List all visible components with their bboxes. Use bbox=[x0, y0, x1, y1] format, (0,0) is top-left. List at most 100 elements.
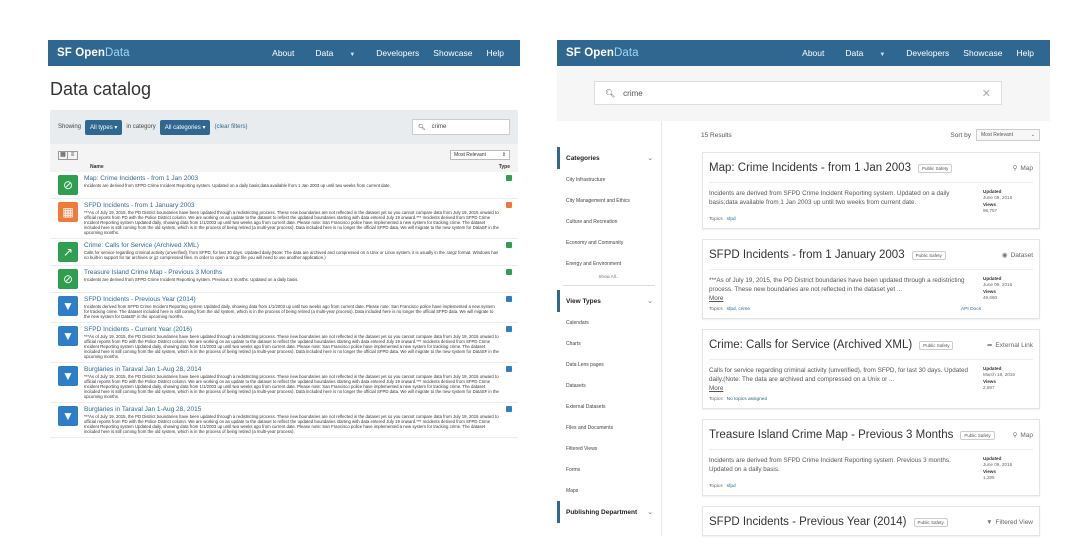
map-icon: ⊘ bbox=[58, 269, 78, 289]
api-docs-link[interactable]: API Docs bbox=[961, 307, 981, 312]
grid-view-icon[interactable]: ▦ bbox=[59, 151, 68, 159]
dataset-title-link[interactable]: SFPD Incidents - from 1 January 2003 bbox=[709, 249, 905, 261]
nav-data[interactable]: Data ▼ bbox=[301, 48, 369, 58]
table-row[interactable]: ▼ SFPD Incidents - Previous Year (2014) In… bbox=[50, 293, 518, 323]
dataset-description: Calls for service regarding criminal act… bbox=[84, 250, 499, 260]
view-type-item[interactable]: Calendars bbox=[557, 312, 661, 333]
search-input[interactable]: 🔍︎ crime ✕ bbox=[594, 81, 1002, 105]
dataset-title-link[interactable]: SFPD Incidents - Previous Year (2014) bbox=[84, 296, 500, 303]
clear-search-icon[interactable]: ✕ bbox=[982, 87, 991, 100]
results-table: ⊘ Map: Crime Incidents - from 1 Jan 2003 I… bbox=[50, 172, 518, 438]
view-type-item[interactable]: Datasets bbox=[557, 375, 661, 396]
topics-links[interactable]: sfpd bbox=[727, 484, 736, 489]
dataset-title-link[interactable]: SFPD Incidents - Previous Year (2014) bbox=[709, 516, 907, 528]
topics-links[interactable]: sfpd bbox=[727, 217, 736, 222]
in-category-label: in category bbox=[126, 124, 156, 130]
type-icon bbox=[506, 296, 512, 302]
category-badge[interactable]: Public Safety bbox=[960, 430, 995, 440]
updated-value: June 09, 2016 bbox=[983, 461, 1013, 467]
view-type-item[interactable]: Filtered Views bbox=[557, 438, 661, 459]
category-item[interactable]: Energy and Environment bbox=[557, 253, 661, 274]
more-link[interactable]: More bbox=[709, 385, 723, 392]
nav-showcase[interactable]: Showcase bbox=[426, 48, 479, 58]
category-badge[interactable]: Public Safety bbox=[911, 250, 946, 260]
view-type-item[interactable]: Data Lens pages bbox=[557, 354, 661, 375]
topics-links[interactable]: sfpd, crime bbox=[727, 307, 750, 312]
category-item[interactable]: Culture and Recreation bbox=[557, 211, 661, 232]
table-row[interactable]: ⊘ Map: Crime Incidents - from 1 Jan 2003 I… bbox=[50, 172, 518, 199]
filter-bar: Showing All types ▾ in category All cate… bbox=[50, 110, 518, 144]
view-type-item[interactable]: External Datasets bbox=[557, 396, 661, 417]
view-types-heading[interactable]: View Types ⌄ bbox=[557, 290, 661, 312]
nav-links: About Data ▼ Developers Showcase Help bbox=[265, 48, 511, 58]
sort-select[interactable]: Most Relevant ⌄ bbox=[976, 129, 1040, 141]
list-view-icon[interactable]: ≡ bbox=[68, 152, 77, 159]
dataset-title-link[interactable]: Treasure Island Crime Map - Previous 3 M… bbox=[84, 269, 500, 276]
map-pin-icon: ⚲ bbox=[1012, 432, 1018, 439]
nav-showcase[interactable]: Showcase bbox=[956, 48, 1009, 58]
view-type-item[interactable]: Forms bbox=[557, 459, 661, 480]
clear-filters-link[interactable]: (clear filters) bbox=[214, 124, 247, 130]
brand-logo[interactable]: SF OpenData bbox=[566, 47, 639, 59]
type-header[interactable]: Type bbox=[499, 164, 510, 170]
topics-links[interactable]: No topics assigned bbox=[727, 397, 768, 402]
dataset-title-link[interactable]: Crime: Calls for Service (Archived XML) bbox=[709, 339, 912, 351]
table-row[interactable]: ▼ Burglaries in Taraval Jan 1-Aug 28, 201… bbox=[50, 363, 518, 403]
category-item[interactable]: Economy and Community bbox=[557, 232, 661, 253]
dataset-title-link[interactable]: Map: Crime Incidents - from 1 Jan 2003 bbox=[709, 162, 911, 174]
nav-about[interactable]: About bbox=[795, 48, 831, 58]
view-type-item[interactable]: Maps bbox=[557, 480, 661, 501]
category-item[interactable]: City Management and Ethics bbox=[557, 190, 661, 211]
categories-heading[interactable]: Categories ⌄ bbox=[557, 147, 661, 169]
dataset-title-link[interactable]: Crime: Calls for Service (Archived XML) bbox=[84, 242, 500, 249]
view-type-label: ➦ External Link bbox=[986, 342, 1033, 349]
card-body: Incidents are derived from SFPD Crime In… bbox=[709, 449, 1033, 480]
dataset-title-link[interactable]: Burglaries in Taraval Jan 1-Aug 28, 2015 bbox=[84, 406, 500, 413]
view-type-label: ▼ Filtered View bbox=[986, 518, 1033, 526]
search-input[interactable]: 🔍︎ crime bbox=[412, 119, 510, 135]
table-header: Name Type bbox=[50, 162, 518, 172]
table-row[interactable]: ▼ Burglaries in Taraval Jan 1-Aug 28, 201… bbox=[50, 403, 518, 438]
card-footer: Topics sfpd, crime API Docs bbox=[709, 303, 1033, 314]
view-type-item[interactable]: Charts bbox=[557, 333, 661, 354]
card-header: Crime: Calls for Service (Archived XML) P… bbox=[709, 336, 1033, 354]
table-row[interactable]: ▼ SFPD Incidents - Current Year (2016) ***… bbox=[50, 323, 518, 363]
nav-help[interactable]: Help bbox=[1010, 48, 1041, 58]
category-badge[interactable]: Public Safety bbox=[917, 163, 953, 173]
type-icon bbox=[506, 242, 512, 248]
name-header[interactable]: Name bbox=[90, 164, 104, 170]
nav-help[interactable]: Help bbox=[480, 48, 511, 58]
dataset-title-link[interactable]: Treasure Island Crime Map - Previous 3 M… bbox=[709, 429, 953, 441]
dataset-title-link[interactable]: Burglaries in Taraval Jan 1-Aug 28, 2014 bbox=[84, 366, 500, 373]
dataset-title-link[interactable]: SFPD Incidents - from 1 January 2003 bbox=[84, 202, 500, 209]
dataset-icon: ◉ bbox=[1001, 252, 1008, 259]
result-card: Treasure Island Crime Map - Previous 3 M… bbox=[702, 419, 1040, 496]
filter-icon: ▼ bbox=[58, 296, 78, 316]
sort-select[interactable]: Most Relevant ⇕ bbox=[450, 150, 510, 160]
category-item[interactable]: City Infrastructure bbox=[557, 169, 661, 190]
show-all-link[interactable]: Show All... bbox=[563, 274, 655, 286]
chevron-down-icon: ▼ bbox=[879, 52, 886, 58]
types-dropdown[interactable]: All types ▾ bbox=[85, 119, 123, 135]
nav-developers[interactable]: Developers bbox=[899, 48, 956, 58]
table-row[interactable]: ↗ Crime: Calls for Service (Archived XML)… bbox=[50, 239, 518, 266]
dataset-title-link[interactable]: Map: Crime Incidents - from 1 Jan 2003 bbox=[84, 175, 500, 182]
category-dropdown[interactable]: All categories ▾ bbox=[159, 119, 211, 135]
result-card: SFPD Incidents - Previous Year (2014) Pub… bbox=[702, 506, 1040, 536]
nav-about[interactable]: About bbox=[265, 48, 301, 58]
nav-developers[interactable]: Developers bbox=[369, 48, 426, 58]
table-row[interactable]: ▦ SFPD Incidents - from 1 January 2003 ***… bbox=[50, 199, 518, 239]
view-type-item[interactable]: Files and Documents bbox=[557, 417, 661, 438]
brand-logo[interactable]: SF OpenData bbox=[57, 47, 130, 59]
category-badge[interactable]: Public Safety bbox=[919, 340, 954, 350]
more-link[interactable]: More bbox=[709, 295, 723, 302]
category-badge[interactable]: Public Safety bbox=[913, 517, 948, 527]
dataset-title-link[interactable]: SFPD Incidents - Current Year (2016) bbox=[84, 326, 500, 333]
showing-label: Showing bbox=[58, 124, 82, 130]
nav-data[interactable]: Data ▼ bbox=[831, 48, 899, 58]
type-icon bbox=[506, 202, 512, 208]
publishing-heading[interactable]: Publishing Department ⌄ bbox=[557, 501, 661, 523]
topics-label: Topics bbox=[709, 217, 723, 222]
table-row[interactable]: ⊘ Treasure Island Crime Map - Previous 3 … bbox=[50, 266, 518, 293]
view-toggle[interactable]: ▦ ≡ bbox=[58, 150, 78, 160]
